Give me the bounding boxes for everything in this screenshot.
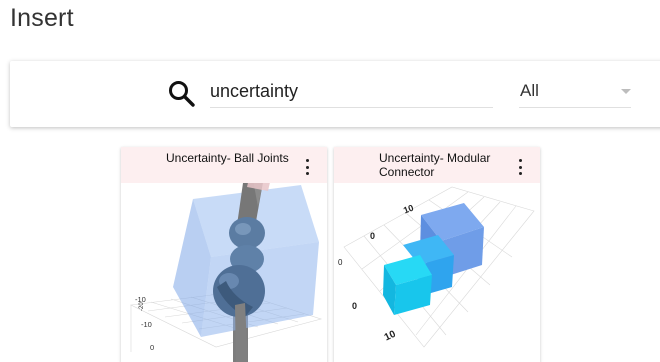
axis-tick-label: 0	[150, 343, 154, 352]
result-card-modular-connector[interactable]: 20 10 0 0 0 10 Uncertainty- Modular Conn…	[334, 147, 540, 362]
search-icon[interactable]	[167, 79, 197, 109]
card-header: Uncertainty- Ball Joints	[121, 147, 327, 183]
search-bar: uncertainty All	[10, 61, 660, 127]
insert-page: Insert uncertainty All -10 -20 -10 0 Unc…	[0, 0, 660, 362]
category-filter-value: All	[520, 81, 539, 100]
axis-tick-label: 0	[370, 231, 375, 241]
axis-tick-label: 0	[352, 301, 357, 311]
search-input[interactable]: uncertainty	[210, 77, 493, 108]
result-card-ball-joints[interactable]: -10 -20 -10 0 Uncertainty- Ball Joints	[121, 147, 327, 362]
axis-tick-label: -20	[139, 302, 145, 311]
more-vertical-icon[interactable]	[517, 159, 523, 175]
search-input-value: uncertainty	[210, 81, 299, 101]
page-title: Insert	[10, 4, 74, 32]
axis-tick-label: 0	[338, 258, 343, 267]
dropdown-arrow-icon	[621, 89, 631, 94]
card-header: Uncertainty- Modular Connector	[334, 147, 540, 183]
more-vertical-icon[interactable]	[304, 159, 310, 175]
card-title: Uncertainty- Ball Joints	[166, 151, 289, 165]
card-title: Uncertainty- Modular Connector	[379, 151, 491, 179]
axis-tick-label: 10	[383, 329, 398, 344]
category-filter-select[interactable]: All	[519, 77, 631, 108]
axis-tick-label: 10	[402, 203, 415, 216]
axis-tick-label: -10	[141, 320, 152, 329]
